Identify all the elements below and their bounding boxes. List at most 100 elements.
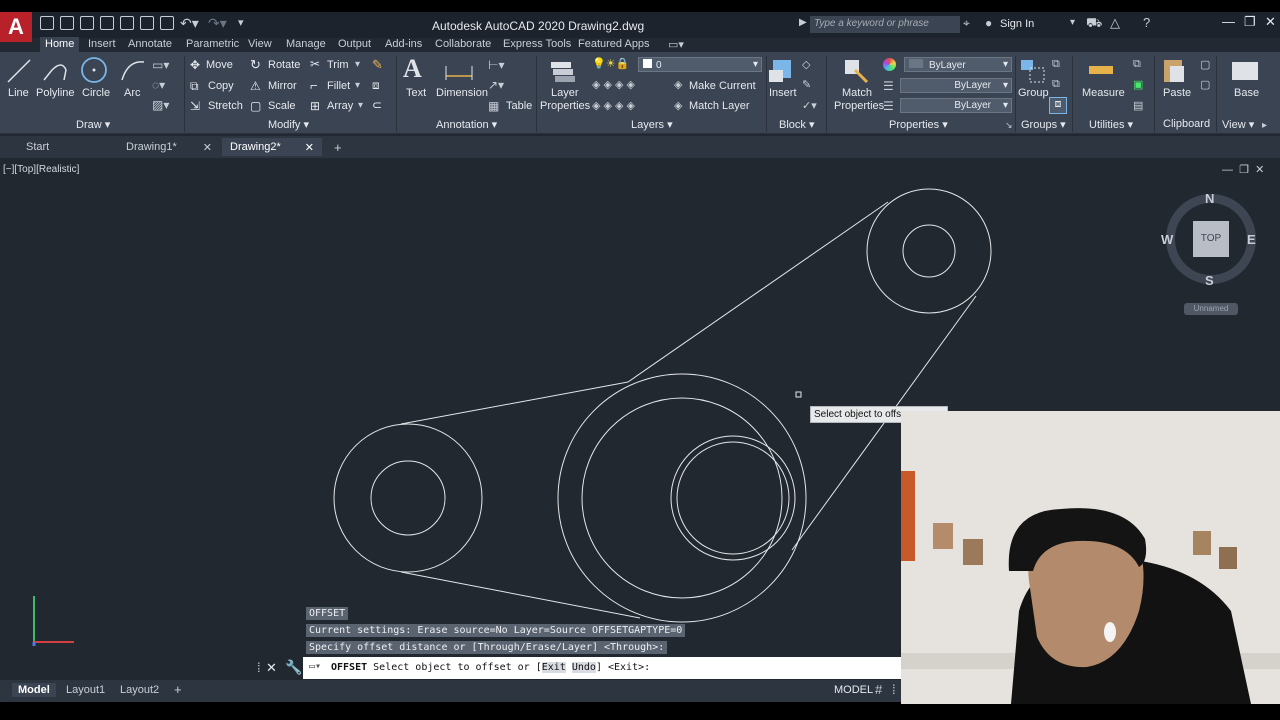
tab-output[interactable]: Output bbox=[334, 38, 375, 50]
panel-toggle-icon[interactable]: ▭▾ bbox=[668, 38, 684, 51]
match-properties-label-1[interactable]: Match bbox=[842, 87, 872, 99]
group-button[interactable]: Group bbox=[1018, 87, 1049, 99]
ungroup-icon[interactable]: ⧉ bbox=[1052, 58, 1060, 71]
line-icon[interactable] bbox=[4, 56, 34, 86]
pulley-main-outer[interactable] bbox=[557, 373, 807, 623]
quick-select-icon[interactable]: ⧉ bbox=[1133, 58, 1141, 71]
pulley-top-inner[interactable] bbox=[902, 224, 956, 278]
user-icon[interactable]: ● bbox=[985, 16, 992, 30]
tab-annotate[interactable]: Annotate bbox=[124, 38, 176, 50]
group-icon[interactable] bbox=[1018, 56, 1048, 86]
fillet-button[interactable]: Fillet bbox=[327, 80, 350, 92]
pulley-left-outer[interactable] bbox=[333, 423, 483, 573]
text-button[interactable]: Text bbox=[406, 87, 426, 99]
web-open-icon[interactable] bbox=[120, 16, 134, 30]
modify-panel-title[interactable]: Modify ▾ bbox=[268, 118, 309, 131]
plot-icon[interactable] bbox=[160, 16, 174, 30]
attribute-icon[interactable]: ✓▾ bbox=[802, 99, 817, 112]
match-properties-icon[interactable] bbox=[841, 56, 871, 86]
tab-view[interactable]: View bbox=[244, 38, 276, 50]
annotation-panel-title[interactable]: Annotation ▾ bbox=[436, 118, 497, 131]
trim-button[interactable]: Trim bbox=[327, 59, 349, 71]
array-icon[interactable]: ⊞ bbox=[310, 99, 320, 113]
tab-parametric[interactable]: Parametric bbox=[182, 38, 243, 50]
trim-icon[interactable]: ✂ bbox=[310, 57, 320, 71]
a360-icon[interactable]: △ bbox=[1110, 15, 1120, 31]
explode-icon[interactable]: ⧈ bbox=[372, 78, 380, 93]
web-save-icon[interactable] bbox=[140, 16, 154, 30]
group-selection-icon[interactable]: ⧈ bbox=[1049, 97, 1067, 114]
save-as-icon[interactable] bbox=[100, 16, 114, 30]
rotate-button[interactable]: Rotate bbox=[268, 59, 300, 71]
model-space-button[interactable]: MODEL bbox=[834, 684, 873, 696]
compass-north[interactable]: N bbox=[1205, 191, 1214, 206]
close-icon[interactable]: ✕ bbox=[1265, 14, 1276, 30]
tab-express-tools[interactable]: Express Tools bbox=[499, 38, 575, 50]
option-exit[interactable]: Exit bbox=[541, 662, 566, 673]
cart-icon[interactable]: ⛟ bbox=[1086, 15, 1102, 33]
tab-start[interactable]: Start bbox=[18, 138, 57, 156]
lineweight-icon[interactable]: ☰ bbox=[883, 79, 894, 93]
scale-button[interactable]: Scale bbox=[268, 100, 296, 112]
base-button[interactable]: Base bbox=[1234, 87, 1259, 99]
match-layer-button[interactable]: Match Layer bbox=[689, 100, 750, 112]
add-layout-icon[interactable]: + bbox=[174, 682, 182, 697]
mirror-icon[interactable]: ⚠ bbox=[250, 79, 261, 93]
chevron-down-icon[interactable]: ▾ bbox=[355, 59, 360, 70]
make-current-icon[interactable]: ◈ bbox=[674, 78, 682, 91]
option-undo[interactable]: Undo bbox=[571, 662, 596, 673]
customize-qa-icon[interactable]: ▾ bbox=[238, 16, 244, 29]
snap-icon[interactable]: ⁞ bbox=[892, 682, 896, 697]
ucs-menu[interactable]: Unnamed bbox=[1184, 303, 1238, 315]
belt-upper-left[interactable] bbox=[400, 381, 629, 425]
dimension-icon[interactable] bbox=[443, 58, 475, 84]
paste-button[interactable]: Paste bbox=[1163, 87, 1191, 99]
chevron-down-icon[interactable]: ▾ bbox=[1070, 17, 1075, 28]
hatch-icon[interactable]: ◌▾ bbox=[152, 78, 165, 92]
customize-wrench-icon[interactable]: 🔧 bbox=[285, 659, 302, 676]
insert-block-icon[interactable] bbox=[767, 56, 797, 86]
tab-manage[interactable]: Manage bbox=[282, 38, 330, 50]
copy-icon[interactable]: ⧉ bbox=[190, 79, 199, 94]
linear-dimension-icon[interactable]: ⊢▾ bbox=[488, 58, 504, 72]
close-tab-icon[interactable]: ✕ bbox=[203, 141, 212, 154]
stretch-button[interactable]: Stretch bbox=[208, 100, 243, 112]
rotate-icon[interactable]: ↻ bbox=[250, 57, 261, 73]
measure-icon[interactable] bbox=[1087, 58, 1115, 82]
measure-button[interactable]: Measure bbox=[1082, 87, 1125, 99]
compass-south[interactable]: S bbox=[1205, 273, 1214, 288]
group-edit-icon[interactable]: ⧉ bbox=[1052, 78, 1060, 91]
tab-layout2[interactable]: Layout2 bbox=[114, 683, 165, 697]
tab-drawing1[interactable]: Drawing1* ✕ bbox=[118, 138, 220, 156]
tab-add-ins[interactable]: Add-ins bbox=[381, 38, 426, 50]
circle-button[interactable]: Circle bbox=[82, 87, 110, 99]
belt-upper-right[interactable] bbox=[627, 201, 889, 383]
table-button[interactable]: Table bbox=[506, 100, 532, 112]
fillet-icon[interactable]: ⌐ bbox=[310, 78, 318, 93]
match-layer-icon[interactable]: ◈ bbox=[674, 99, 682, 112]
create-block-icon[interactable]: ◇ bbox=[802, 58, 810, 71]
grid-icon[interactable]: # bbox=[875, 682, 882, 697]
utilities-panel-title[interactable]: Utilities ▾ bbox=[1089, 118, 1133, 131]
table-icon[interactable]: ▦ bbox=[488, 99, 499, 113]
new-icon[interactable] bbox=[40, 16, 54, 30]
tab-layout1[interactable]: Layout1 bbox=[60, 683, 111, 697]
minimize-icon[interactable]: — bbox=[1222, 14, 1235, 29]
calculator-icon[interactable]: ▤ bbox=[1133, 99, 1143, 112]
layer-properties-label-1[interactable]: Layer bbox=[551, 87, 579, 99]
tab-collaborate[interactable]: Collaborate bbox=[431, 38, 495, 50]
move-icon[interactable]: ✥ bbox=[190, 58, 200, 72]
layer-tools-icon[interactable]: ◈ ◈ ◈ ◈ bbox=[592, 78, 635, 91]
compass-east[interactable]: E bbox=[1247, 232, 1256, 247]
pulley-main-offset[interactable] bbox=[581, 397, 783, 599]
leader-icon[interactable]: ↗▾ bbox=[488, 78, 504, 92]
tab-home[interactable]: Home bbox=[40, 37, 80, 53]
search-input[interactable]: Type a keyword or phrase bbox=[810, 16, 960, 33]
layer-properties-label-2[interactable]: Properties bbox=[540, 100, 590, 112]
offset-icon[interactable]: ⊂ bbox=[372, 98, 382, 112]
view-panel-title[interactable]: View ▾ bbox=[1222, 118, 1254, 131]
tab-insert[interactable]: Insert bbox=[84, 38, 120, 50]
chevron-right-icon[interactable]: ▶ bbox=[799, 17, 807, 28]
edit-block-icon[interactable]: ✎ bbox=[802, 78, 811, 91]
command-grip-icon[interactable]: ⁞ bbox=[257, 660, 261, 675]
